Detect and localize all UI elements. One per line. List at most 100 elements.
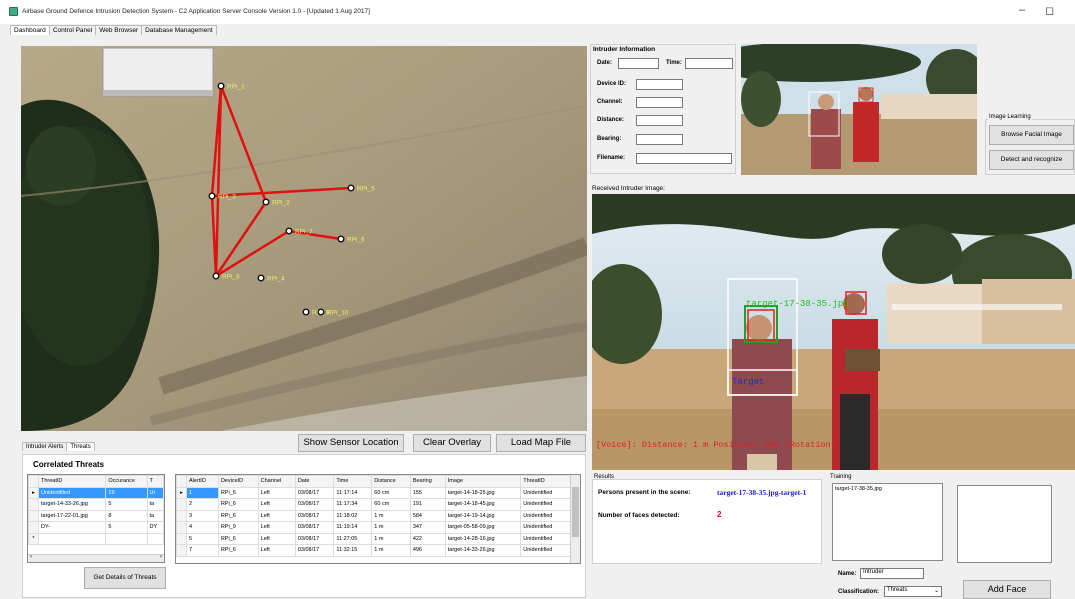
col-deviceid[interactable]: DeviceID (217, 475, 259, 488)
tab-intruder-alerts[interactable]: Intruder Alerts (22, 442, 68, 451)
table-cell[interactable]: ta (146, 509, 164, 522)
sensor-marker-rpi-8[interactable] (212, 272, 220, 280)
sensor-marker-rpi-6[interactable] (337, 235, 345, 243)
col-occurance[interactable]: Occurance (105, 475, 148, 488)
table-cell[interactable]: Unidentified (37, 486, 107, 499)
table-cell[interactable]: 191 (409, 498, 446, 511)
row-header[interactable] (176, 521, 187, 534)
table-cell[interactable]: 03/08/17 (294, 521, 335, 534)
table-cell[interactable]: 11:17:34 (333, 498, 373, 511)
table-cell[interactable]: ta (146, 498, 164, 511)
table-cell[interactable]: 5 (105, 498, 148, 511)
maximize-button[interactable]: ◻ (1045, 4, 1054, 17)
table-cell[interactable]: 7 (186, 544, 219, 557)
table-cell[interactable]: Unidentified (520, 521, 571, 534)
channel-field[interactable] (636, 97, 683, 108)
col-image[interactable]: Image (444, 475, 522, 488)
col-threatid-alerts[interactable]: ThreatID (520, 475, 571, 488)
table-cell[interactable]: 1 m (371, 521, 411, 534)
vertical-scrollbar[interactable] (570, 475, 580, 563)
alerts-grid[interactable]: AlertID DeviceID Channel Date Time Dista… (175, 474, 581, 564)
table-cell[interactable]: RPi_6 (217, 544, 259, 557)
table-cell[interactable]: 19 (105, 486, 148, 499)
col-alertid[interactable]: AlertID (186, 475, 219, 488)
detect-and-recognize-button[interactable]: Detect and recognize (989, 150, 1074, 170)
tab-threats[interactable]: Threats (66, 442, 95, 451)
time-field[interactable] (685, 58, 733, 69)
table-row[interactable]: 7 RPi_6 Left 03/08/17 11:32:15 1 m 496 target-1… (176, 544, 571, 557)
col-threatid[interactable]: ThreatID (37, 475, 107, 488)
table-cell[interactable]: 584 (409, 509, 446, 522)
table-cell[interactable]: 03/08/17 (294, 532, 335, 545)
distance-field[interactable] (636, 115, 683, 126)
sensor-marker-rpi-3[interactable] (208, 192, 216, 200)
table-cell[interactable]: Ur (146, 486, 164, 499)
classification-select[interactable]: Threats ⌄ (884, 586, 942, 597)
row-header[interactable] (28, 521, 39, 534)
sensor-map[interactable]: RPi_1 RPi_2 RPi_3 RPi_4 RPi_5 RPi_6 RPi_7 RPi_8… (21, 46, 587, 431)
table-cell[interactable]: 11:27:05 (333, 532, 373, 545)
horizontal-scrollbar[interactable]: ‹ › (28, 554, 164, 562)
table-cell[interactable]: Left (257, 498, 296, 511)
row-header[interactable] (28, 509, 39, 522)
new-row[interactable]: * (28, 532, 164, 545)
sensor-marker-rpi-10[interactable] (317, 308, 325, 316)
table-cell[interactable]: 3 (186, 509, 219, 522)
show-sensor-location-button[interactable]: Show Sensor Location (298, 434, 404, 452)
col-channel[interactable]: Channel (257, 475, 296, 488)
filename-field[interactable] (636, 153, 732, 164)
table-cell[interactable]: Unidentified (520, 498, 571, 511)
table-cell[interactable]: target-14-33-26.jpg (444, 544, 522, 557)
table-cell[interactable]: 11:32:15 (333, 544, 373, 557)
table-cell[interactable]: 03/08/17 (294, 498, 335, 511)
col-time[interactable]: Time (333, 475, 373, 488)
browse-facial-image-button[interactable]: Browse Facial Image (989, 125, 1074, 145)
table-cell[interactable]: Unidentified (520, 486, 571, 499)
table-cell[interactable]: 11:17:14 (333, 486, 373, 499)
sensor-marker-rpi-4[interactable] (257, 274, 265, 282)
table-cell[interactable]: 5 (186, 532, 219, 545)
col-date[interactable]: Date (294, 475, 335, 488)
table-row[interactable]: ▸ 1 RPi_6 Left 03/08/17 11:17:14 60 cm 155 targe… (176, 486, 571, 499)
row-header[interactable] (28, 498, 39, 511)
table-cell[interactable]: target-14-33-26.jpg (37, 498, 107, 511)
table-cell[interactable]: 03/08/17 (294, 486, 335, 499)
table-cell[interactable]: 422 (409, 532, 446, 545)
table-cell[interactable]: RPi_6 (217, 498, 259, 511)
table-cell[interactable]: target-05-58-09.jpg (444, 521, 522, 534)
table-cell[interactable]: 1 m (371, 509, 411, 522)
tab-database-management[interactable]: Database Management (141, 25, 217, 35)
table-row[interactable]: 3 RPi_6 Left 03/08/17 11:18:02 1 m 584 target-1… (176, 509, 571, 522)
table-row[interactable]: target-14-33-26.jpg 5 ta (28, 498, 164, 511)
sensor-marker-rpi-1[interactable] (217, 82, 225, 90)
add-face-button[interactable]: Add Face (963, 580, 1051, 599)
table-cell[interactable]: Left (257, 486, 296, 499)
table-cell[interactable]: RPi_6 (217, 486, 259, 499)
load-map-file-button[interactable]: Load Map File (496, 434, 586, 452)
table-cell[interactable]: target-14-18-45.jpg (444, 498, 522, 511)
table-cell[interactable]: 1 m (371, 544, 411, 557)
table-cell[interactable]: 8 (105, 509, 148, 522)
device-id-field[interactable] (636, 79, 683, 90)
training-list-item[interactable]: target-17-38-35.jpg (833, 484, 942, 494)
col-distance[interactable]: Distance (371, 475, 411, 488)
table-cell[interactable]: DY (146, 521, 164, 534)
table-cell[interactable]: target-14-18-25.jpg (444, 486, 522, 499)
table-cell[interactable]: RPi_6 (217, 509, 259, 522)
table-row[interactable]: 4 RPi_9 Left 03/08/17 11:19:14 1 m 347 target-0… (176, 521, 571, 534)
table-cell[interactable]: 1 (186, 486, 219, 499)
table-cell[interactable]: target-17-22-01.jpg (37, 509, 107, 522)
table-cell[interactable]: Left (257, 509, 296, 522)
table-cell[interactable]: Unidentified (520, 532, 571, 545)
tab-control-panel[interactable]: Control Panel (48, 25, 97, 35)
bearing-field[interactable] (636, 134, 683, 145)
table-row[interactable]: DY- 5 DY (28, 521, 164, 534)
table-cell[interactable]: Left (257, 544, 296, 557)
table-cell[interactable]: 1 m (371, 532, 411, 545)
table-cell[interactable] (37, 532, 107, 545)
row-header[interactable] (176, 509, 187, 522)
table-cell[interactable]: 496 (409, 544, 446, 557)
table-cell[interactable]: 60 cm (371, 498, 411, 511)
correlated-threats-grid[interactable]: ThreatID Occurance T ▸ Unidentified 19 Ur targ… (27, 474, 165, 563)
table-cell[interactable]: 347 (409, 521, 446, 534)
